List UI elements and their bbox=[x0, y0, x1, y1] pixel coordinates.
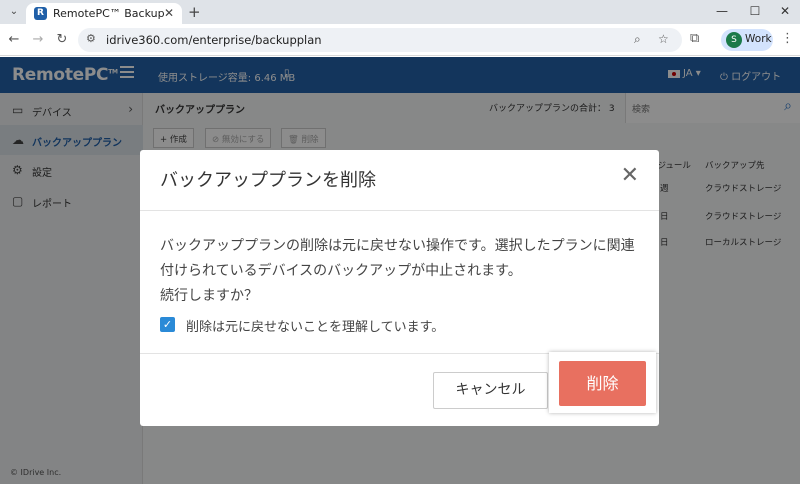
delete-button[interactable]: 削除 bbox=[559, 361, 646, 406]
minimize-icon[interactable]: — bbox=[707, 4, 737, 18]
zoom-icon[interactable]: ⌕ bbox=[634, 32, 641, 47]
browser-tab-bar: ⌄ R RemotePC™ Backup ✕ + — ☐ ✕ bbox=[0, 0, 800, 24]
browser-tab[interactable]: R RemotePC™ Backup ✕ bbox=[26, 3, 182, 24]
window-close-icon[interactable]: ✕ bbox=[770, 4, 800, 18]
bookmark-star-icon[interactable]: ☆ bbox=[658, 32, 669, 46]
site-info-icon[interactable]: ⚙ bbox=[86, 32, 96, 45]
tab-title: RemotePC™ Backup bbox=[53, 7, 165, 20]
dialog-message: バックアッププランの削除は元に戻せない操作です。選択したプランに関連付けられてい… bbox=[160, 234, 642, 309]
delete-button-focus-ring: 削除 bbox=[549, 352, 656, 413]
address-bar[interactable]: ⚙ idrive360.com/enterprise/backupplan ⌕ … bbox=[78, 28, 682, 52]
avatar: S bbox=[726, 32, 742, 48]
browser-menu-icon[interactable]: ⋮ bbox=[781, 31, 794, 46]
new-tab-icon[interactable]: + bbox=[188, 3, 201, 21]
message-text: バックアッププランの削除は元に戻せない操作です。選択したプランに関連付けられてい… bbox=[160, 238, 635, 304]
url-text[interactable]: idrive360.com/enterprise/backupplan bbox=[106, 33, 322, 47]
tab-close-icon[interactable]: ✕ bbox=[164, 6, 174, 20]
browser-toolbar: ← → ↻ ⚙ idrive360.com/enterprise/backupp… bbox=[0, 24, 800, 56]
extensions-icon[interactable]: ⧉ bbox=[690, 31, 699, 46]
dialog-title: バックアッププランを削除 bbox=[160, 170, 376, 191]
cancel-button[interactable]: キャンセル bbox=[433, 372, 548, 409]
close-icon[interactable]: ✕ bbox=[621, 165, 639, 187]
remotepc-favicon-icon: R bbox=[34, 7, 47, 20]
forward-icon[interactable]: → bbox=[30, 32, 46, 47]
profile-button[interactable]: S Work bbox=[721, 29, 773, 51]
back-icon[interactable]: ← bbox=[6, 32, 22, 47]
maximize-icon[interactable]: ☐ bbox=[740, 4, 770, 18]
confirm-checkbox[interactable]: ✓ bbox=[160, 317, 175, 332]
tab-search-icon[interactable]: ⌄ bbox=[6, 4, 22, 20]
divider bbox=[140, 210, 659, 211]
confirm-checkbox-label[interactable]: 削除は元に戻せないことを理解しています。 bbox=[186, 316, 444, 335]
profile-label: Work bbox=[745, 33, 772, 45]
delete-plan-dialog: バックアッププランを削除 ✕ バックアッププランの削除は元に戻せない操作です。選… bbox=[140, 150, 659, 426]
reload-icon[interactable]: ↻ bbox=[54, 32, 70, 47]
